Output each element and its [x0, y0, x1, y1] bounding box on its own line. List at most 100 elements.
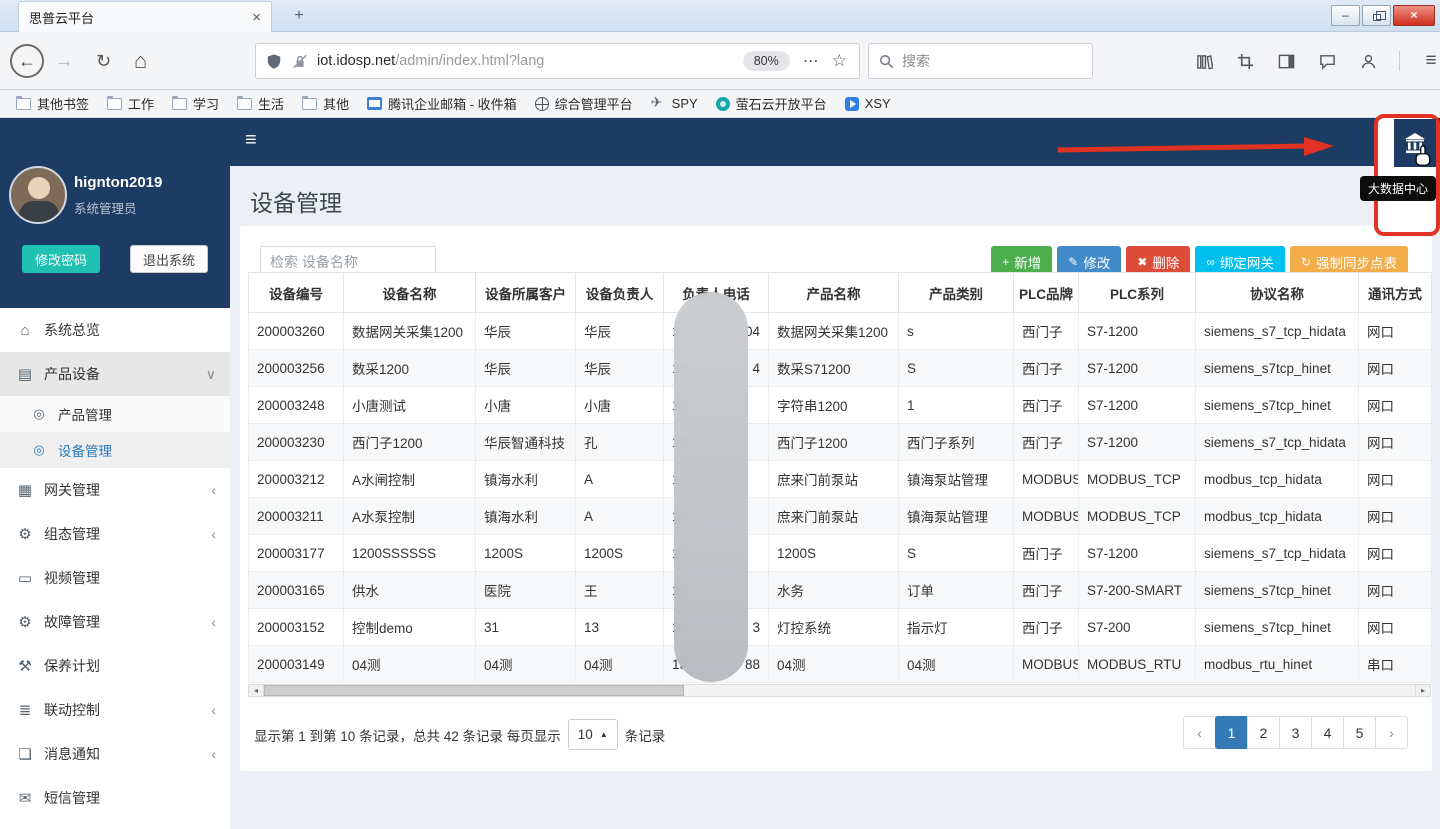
- column-header-7[interactable]: PLC品牌: [1014, 273, 1079, 313]
- cell-device-name: 西门子1200: [344, 424, 476, 461]
- bookmarks-bar: 其他书签 工作 学习 生活 其他 腾讯企业邮箱 - 收件箱 综合管理平台 SPY…: [0, 90, 1440, 118]
- bookmark-spy[interactable]: SPY: [643, 93, 706, 114]
- screenshot-crop-icon[interactable]: [1235, 51, 1255, 71]
- bookmark-work[interactable]: 工作: [99, 91, 162, 116]
- cell-customer: 04测: [476, 646, 576, 683]
- cell-device-name: A水泵控制: [344, 498, 476, 535]
- sidebar-toggle-icon[interactable]: [1276, 51, 1296, 71]
- column-header-8[interactable]: PLC系列: [1079, 273, 1196, 313]
- bookmark-star-icon[interactable]: ☆: [832, 51, 847, 71]
- column-header-10[interactable]: 通讯方式: [1359, 273, 1432, 313]
- table-row[interactable]: 200003152 控制demo 31 13 153 灯控系统 指示灯 西门子 …: [249, 609, 1432, 646]
- table-row[interactable]: 200003211 A水泵控制 镇海水利 A 13 庶来门前泵站 镇海泵站管理 …: [249, 498, 1432, 535]
- cell-device-id: 200003211: [249, 498, 344, 535]
- column-header-1[interactable]: 设备名称: [344, 273, 476, 313]
- folder-icon: [107, 98, 122, 110]
- account-icon[interactable]: [1358, 51, 1378, 71]
- sidebar-collapse-icon[interactable]: ≡: [245, 129, 257, 152]
- browser-tab[interactable]: 思普云平台 ×: [18, 1, 272, 32]
- menu-hamburger-icon[interactable]: ≡: [1421, 51, 1440, 71]
- sidebar-item-maintenance-plan[interactable]: ⚒ 保养计划: [0, 644, 230, 688]
- close-button[interactable]: ×: [1393, 5, 1435, 26]
- url-bar[interactable]: iot.idosp.net/admin/index.html?lang 80% …: [255, 43, 860, 79]
- page-button-5[interactable]: 5: [1343, 716, 1376, 749]
- sidebar-item-linkage-control[interactable]: ≣ 联动控制 ‹: [0, 688, 230, 732]
- insecure-lock-icon[interactable]: [292, 53, 308, 70]
- table-row[interactable]: 200003177 1200SSSSSS 1200S 1200S 15 1200…: [249, 535, 1432, 572]
- device-table: 设备编号设备名称设备所属客户设备负责人负责人电话产品名称产品类别PLC品牌PLC…: [248, 272, 1431, 683]
- home-button[interactable]: ⌂: [134, 48, 147, 74]
- bookmark-qq-mail[interactable]: 腾讯企业邮箱 - 收件箱: [359, 91, 525, 116]
- sidebar-item-video-mgmt[interactable]: ▭ 视频管理: [0, 556, 230, 600]
- browser-search-input[interactable]: [902, 53, 1062, 69]
- bookmark-others[interactable]: 其他书签: [8, 91, 97, 116]
- sidebar-item-overview[interactable]: ⌂ 系统总览: [0, 308, 230, 352]
- sidebar-item-config-mgmt[interactable]: ⚙ 组态管理 ‹: [0, 512, 230, 556]
- prev-page-button[interactable]: ‹: [1183, 716, 1216, 749]
- sidebar-item-device-mgmt[interactable]: ◎ 设备管理: [0, 432, 230, 468]
- shield-icon[interactable]: [266, 53, 282, 70]
- sidebar-item-message-notify[interactable]: ❏ 消息通知 ‹: [0, 732, 230, 776]
- cell-comm: 网口: [1359, 424, 1432, 461]
- column-header-9[interactable]: 协议名称: [1196, 273, 1359, 313]
- minimize-button[interactable]: –: [1331, 5, 1360, 26]
- cell-category: 指示灯: [899, 609, 1014, 646]
- table-row[interactable]: 200003248 小唐测试 小唐 小唐 13 字符串1200 1 西门子 S7…: [249, 387, 1432, 424]
- caret-up-icon: ▲: [600, 730, 608, 739]
- table-row[interactable]: 200003212 A水闸控制 镇海水利 A 13 庶来门前泵站 镇海泵站管理 …: [249, 461, 1432, 498]
- scroll-right-icon[interactable]: ▸: [1415, 684, 1431, 697]
- table-row[interactable]: 200003149 04测 04测 04测 1588 04测 04测 MODBU…: [249, 646, 1432, 683]
- forward-button[interactable]: →: [54, 50, 74, 73]
- summary-before: 显示第 1 到第 10 条记录，总共 42 条记录 每页显示: [254, 725, 561, 745]
- column-header-6[interactable]: 产品类别: [899, 273, 1014, 313]
- page-actions-icon[interactable]: ⋯: [803, 51, 820, 71]
- change-password-button[interactable]: 修改密码: [22, 245, 100, 273]
- column-header-5[interactable]: 产品名称: [769, 273, 899, 313]
- table-row[interactable]: 200003256 数采1200 华辰 华辰 184 数采S71200 S 西门…: [249, 350, 1432, 387]
- bookmark-life[interactable]: 生活: [229, 91, 292, 116]
- sidebar-item-product-mgmt[interactable]: ◎ 产品管理: [0, 396, 230, 432]
- search-bar[interactable]: [868, 43, 1093, 79]
- scrollbar-track[interactable]: [264, 684, 1415, 697]
- cell-plc-series: MODBUS_RTU: [1079, 646, 1196, 683]
- column-header-2[interactable]: 设备所属客户: [476, 273, 576, 313]
- library-icon[interactable]: [1194, 51, 1214, 71]
- table-row[interactable]: 200003230 西门子1200 华辰智通科技 孔 15 西门子1200 西门…: [249, 424, 1432, 461]
- search-icon: [879, 54, 894, 69]
- sidebar-item-product-device[interactable]: ▤ 产品设备 ∨: [0, 352, 230, 396]
- zoom-indicator[interactable]: 80%: [743, 51, 790, 71]
- sidebar-item-sms-mgmt[interactable]: ✉ 短信管理: [0, 776, 230, 820]
- scroll-left-icon[interactable]: ◂: [248, 684, 264, 697]
- table-row[interactable]: 200003165 供水 医院 王 18 水务 订单 西门子 S7-200-SM…: [249, 572, 1432, 609]
- page-button-1[interactable]: 1: [1215, 716, 1248, 749]
- scrollbar-thumb[interactable]: [264, 685, 684, 696]
- page-button-4[interactable]: 4: [1311, 716, 1344, 749]
- cell-category: 订单: [899, 572, 1014, 609]
- page-size-select[interactable]: 10 ▲: [568, 719, 618, 750]
- message-bubble-icon[interactable]: [1317, 51, 1337, 71]
- bookmark-misc[interactable]: 其他: [294, 91, 357, 116]
- logout-button[interactable]: 退出系统: [130, 245, 208, 273]
- tab-close-icon[interactable]: ×: [252, 10, 261, 25]
- cell-category: 镇海泵站管理: [899, 498, 1014, 535]
- bookmark-mgmt[interactable]: 综合管理平台: [527, 91, 641, 116]
- sidebar-item-gateway-mgmt[interactable]: ▦ 网关管理 ‹: [0, 468, 230, 512]
- horizontal-scrollbar[interactable]: ◂ ▸: [248, 684, 1431, 697]
- column-header-3[interactable]: 设备负责人: [576, 273, 664, 313]
- bookmark-study[interactable]: 学习: [164, 91, 227, 116]
- column-header-0[interactable]: 设备编号: [249, 273, 344, 313]
- reload-button[interactable]: ↻: [96, 51, 111, 72]
- page-button-2[interactable]: 2: [1247, 716, 1280, 749]
- restore-button[interactable]: [1362, 5, 1391, 26]
- cell-comm: 网口: [1359, 350, 1432, 387]
- bookmark-ezviz[interactable]: 萤石云开放平台: [708, 91, 835, 116]
- bookmark-xsy[interactable]: XSY: [837, 93, 899, 114]
- back-button[interactable]: ←: [10, 44, 44, 78]
- user-panel: hignton2019 系统管理员 修改密码 退出系统: [0, 118, 230, 308]
- next-page-button[interactable]: ›: [1375, 716, 1408, 749]
- overview-icon: ⌂: [14, 322, 36, 339]
- sidebar-item-fault-mgmt[interactable]: ⚙ 故障管理 ‹: [0, 600, 230, 644]
- new-tab-button[interactable]: +: [286, 5, 312, 28]
- page-button-3[interactable]: 3: [1279, 716, 1312, 749]
- table-row[interactable]: 200003260 数据网关采集1200 华辰 华辰 1804 数据网关采集12…: [249, 313, 1432, 350]
